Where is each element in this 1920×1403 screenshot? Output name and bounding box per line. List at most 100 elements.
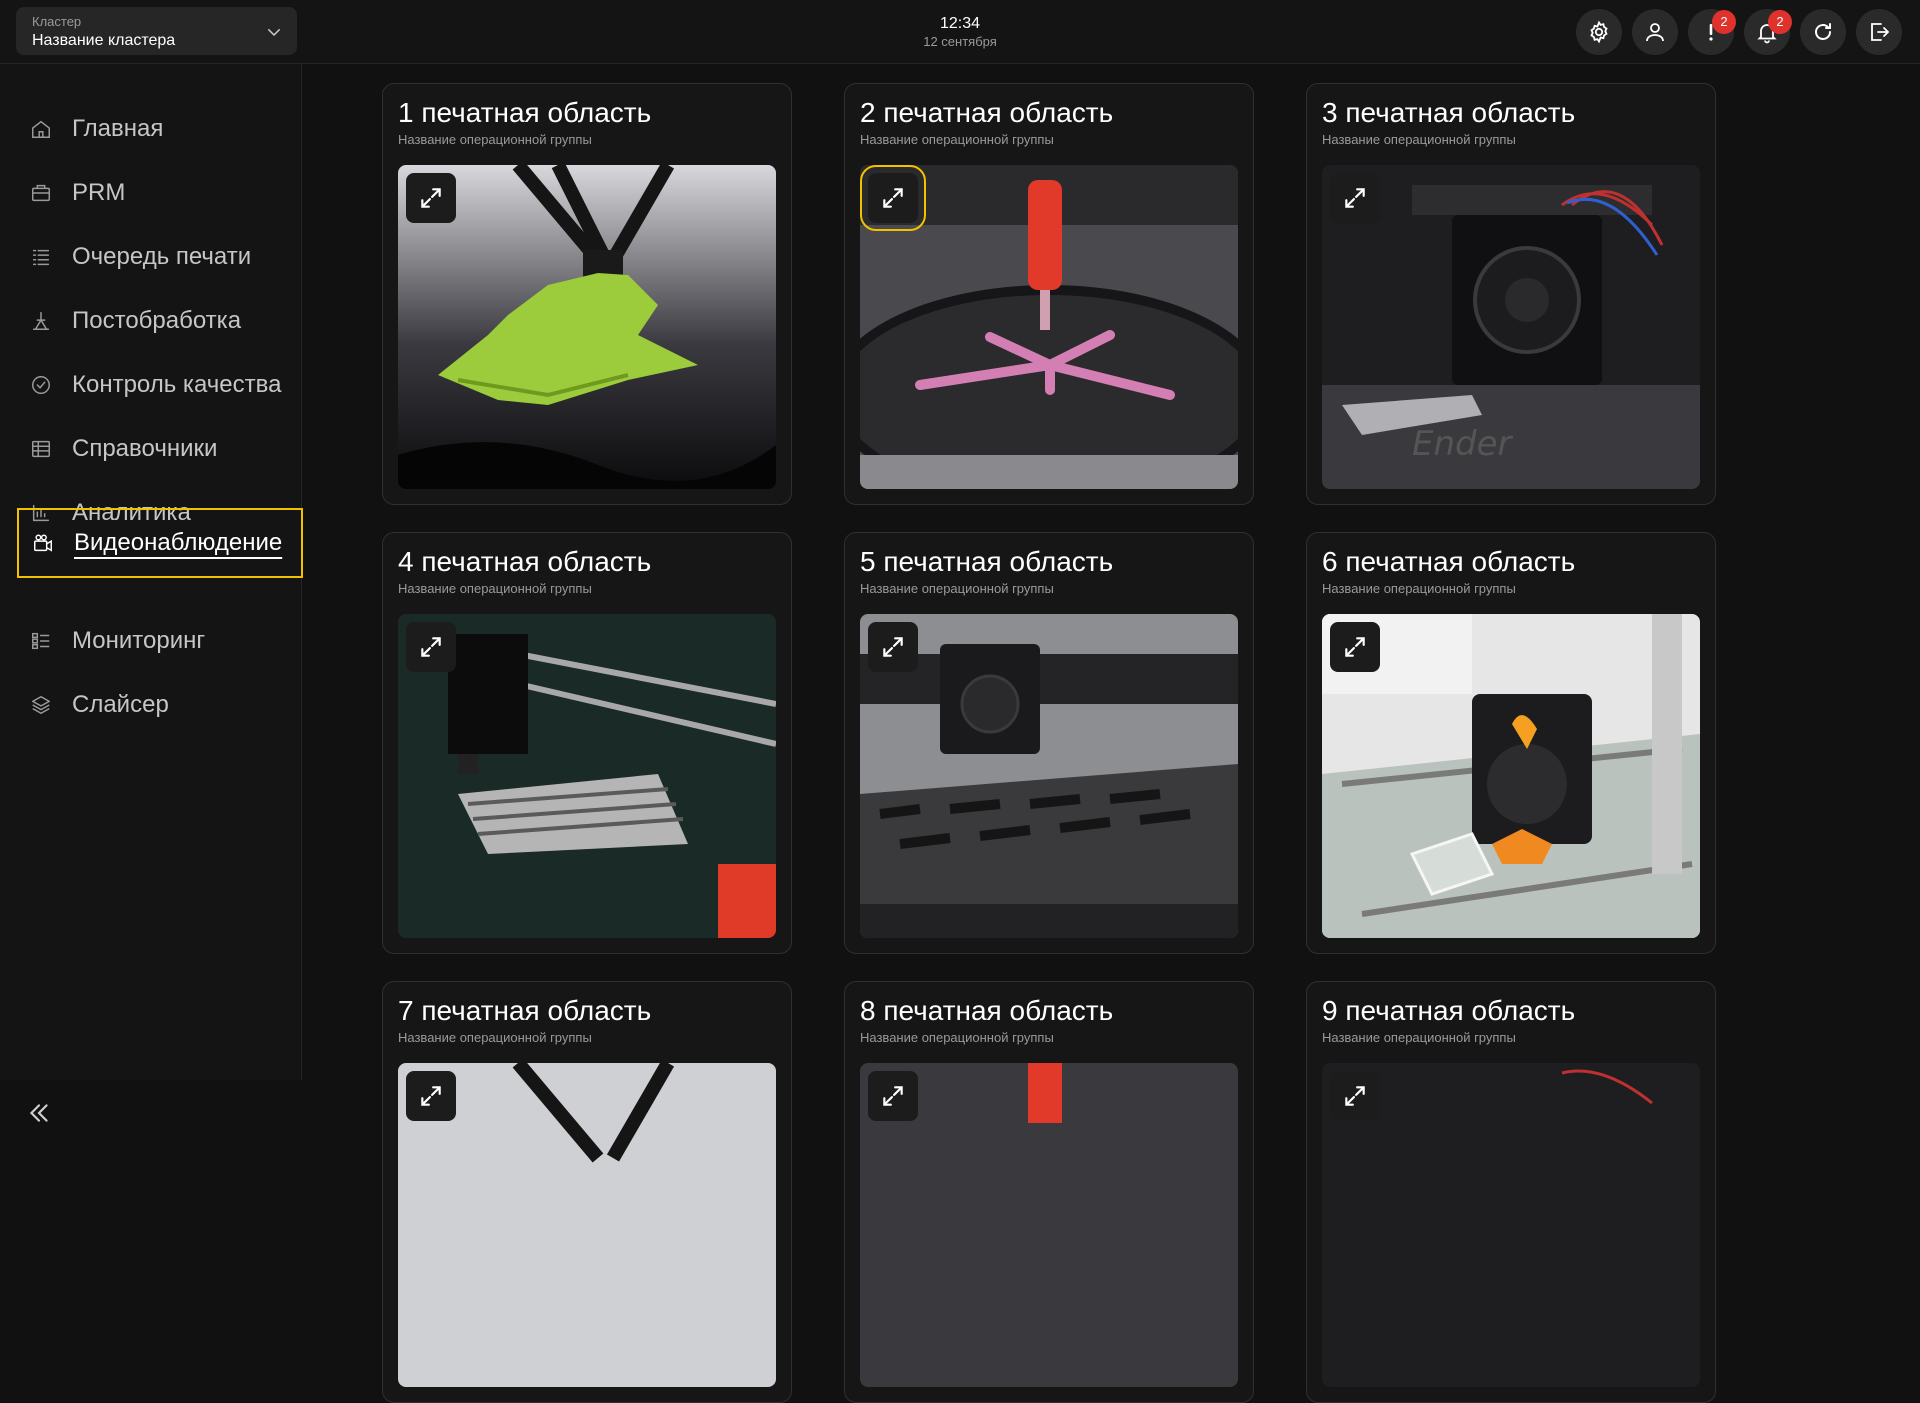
camera-feed (398, 614, 776, 938)
sidebar-item-monitoring[interactable]: Мониторинг (17, 606, 303, 676)
print-area-card: 3 печатная область Название операционной… (1306, 83, 1716, 505)
home-icon (27, 115, 55, 143)
expand-button[interactable] (1330, 1071, 1380, 1121)
table-icon (27, 435, 55, 463)
sidebar-item-postprocessing[interactable]: Постобработка (17, 286, 303, 356)
sidebar-item-label: Контроль качества (72, 371, 282, 398)
sidebar-item-label: Справочники (72, 435, 218, 462)
expand-icon (1345, 1086, 1365, 1106)
sidebar-item-label: Очередь печати (72, 243, 252, 270)
clock-time: 12:34 (939, 15, 981, 32)
sidebar-item-print-queue[interactable]: Очередь печати (17, 222, 303, 292)
expand-icon (1345, 637, 1365, 657)
camera-icon (29, 529, 57, 557)
svg-text:Ender: Ender (1412, 424, 1514, 464)
cluster-select-label: Кластер (32, 14, 82, 29)
clock: 12:34 12 сентября (880, 14, 1040, 50)
refresh-icon (1815, 23, 1831, 40)
print-area-card: 4 печатная область Название операционной… (382, 532, 792, 954)
expand-button[interactable] (860, 165, 926, 231)
card-subtitle: Название операционной группы (1322, 581, 1516, 596)
sidebar-item-prm[interactable]: PRM (17, 158, 303, 228)
sidebar-item-label: Мониторинг (72, 627, 206, 654)
sidebar-item-label: Главная (72, 115, 164, 142)
sidebar-item-label: Видеонаблюдение (74, 529, 283, 556)
cluster-select[interactable]: Кластер Название кластера (16, 7, 297, 55)
logout-button[interactable] (1856, 9, 1902, 55)
card-title: 2 печатная область (860, 97, 1114, 128)
expand-icon (883, 188, 903, 208)
alerts-badge: 2 (1712, 10, 1736, 34)
card-title: 1 печатная область (398, 97, 652, 128)
card-subtitle: Название операционной группы (860, 132, 1054, 147)
card-subtitle: Название операционной группы (398, 132, 592, 147)
grid-list-icon (27, 627, 55, 655)
card-subtitle: Название операционной группы (860, 1030, 1054, 1045)
sidebar-item-video-surveillance[interactable]: Видеонаблюдение (17, 508, 303, 578)
settings-button[interactable] (1576, 9, 1622, 55)
camera-feed (398, 1063, 776, 1387)
sidebar: Главная PRM Очередь печати Постобработка… (0, 64, 303, 1122)
print-area-card: 1 печатная область Название операционной… (382, 83, 792, 505)
card-subtitle: Название операционной группы (1322, 1030, 1516, 1045)
user-icon (1646, 23, 1664, 42)
card-title: 5 печатная область (860, 546, 1114, 577)
check-circle-icon (27, 371, 55, 399)
card-subtitle: Название операционной группы (398, 1030, 592, 1045)
expand-icon (421, 1086, 441, 1106)
expand-button[interactable] (406, 173, 456, 223)
tools-icon (27, 307, 55, 335)
card-title: 6 печатная область (1322, 546, 1576, 577)
card-title: 8 печатная область (860, 995, 1114, 1026)
layers-icon (27, 691, 55, 719)
expand-icon (1345, 188, 1365, 208)
camera-feed (860, 1063, 1238, 1387)
print-area-card: 7 печатная область Название операционной… (382, 981, 792, 1403)
sidebar-item-label: Постобработка (72, 307, 242, 334)
refresh-button[interactable] (1800, 9, 1846, 55)
card-title: 9 печатная область (1322, 995, 1576, 1026)
expand-button[interactable] (406, 622, 456, 672)
cluster-select-value: Название кластера (32, 32, 176, 49)
camera-feed: Ender (1322, 165, 1700, 489)
sidebar-item-label: Слайсер (72, 691, 169, 718)
print-area-card: 5 печатная область Название операционной… (844, 532, 1254, 954)
gear-icon (1590, 20, 1608, 44)
expand-button[interactable] (1330, 622, 1380, 672)
expand-button[interactable] (406, 1071, 456, 1121)
sidebar-item-directories[interactable]: Справочники (17, 414, 303, 484)
sidebar-item-label: PRM (72, 179, 126, 206)
camera-feed (860, 614, 1238, 938)
print-area-card: 6 печатная область Название операционной… (1306, 532, 1716, 954)
print-area-card: 9 печатная область Название операционной… (1306, 981, 1716, 1403)
card-title: 3 печатная область (1322, 97, 1576, 128)
collapse-sidebar-icon[interactable] (26, 1100, 52, 1126)
list-icon (27, 243, 55, 271)
camera-feed (1322, 614, 1700, 938)
print-area-card: 2 печатная область Название операционной… (844, 83, 1254, 505)
expand-icon (883, 1086, 903, 1106)
camera-feed (398, 165, 776, 489)
expand-icon (421, 637, 441, 657)
briefcase-icon (27, 179, 55, 207)
card-subtitle: Название операционной группы (1322, 132, 1516, 147)
expand-button[interactable] (1330, 173, 1380, 223)
sidebar-item-slicer[interactable]: Слайсер (17, 670, 303, 740)
notifications-badge: 2 (1768, 10, 1792, 34)
camera-feed (1322, 1063, 1700, 1387)
expand-button[interactable] (868, 1071, 918, 1121)
expand-button[interactable] (868, 622, 918, 672)
card-subtitle: Название операционной группы (398, 581, 592, 596)
expand-icon (883, 637, 903, 657)
top-bar: Кластер Название кластера 12:34 12 сентя… (0, 0, 1920, 64)
card-title: 7 печатная область (398, 995, 652, 1026)
sidebar-item-home[interactable]: Главная (17, 94, 303, 164)
card-title: 4 печатная область (398, 546, 652, 577)
alerts-button[interactable]: 2 (1688, 9, 1736, 55)
notifications-button[interactable]: 2 (1744, 9, 1792, 55)
sidebar-item-quality-control[interactable]: Контроль качества (17, 350, 303, 420)
expand-icon (421, 188, 441, 208)
logout-icon (1871, 23, 1890, 41)
profile-button[interactable] (1632, 9, 1678, 55)
chevron-down-icon (268, 29, 280, 37)
